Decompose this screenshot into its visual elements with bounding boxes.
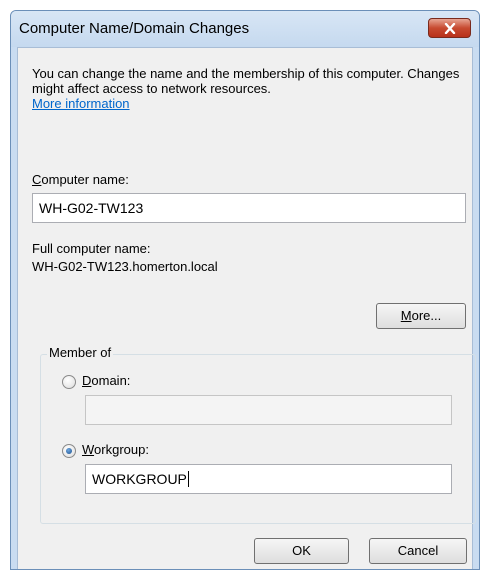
computer-name-label: Computer name:	[32, 172, 129, 187]
domain-radio[interactable]	[62, 375, 76, 389]
text-caret	[187, 471, 189, 487]
computer-name-input[interactable]: WH-G02-TW123	[32, 193, 466, 223]
title-bar[interactable]: Computer Name/Domain Changes	[11, 11, 479, 47]
close-button[interactable]	[428, 18, 471, 38]
more-information-link[interactable]: More information	[32, 96, 130, 111]
workgroup-input[interactable]: WORKGROUP	[85, 464, 452, 494]
intro-text: You can change the name and the membersh…	[32, 66, 472, 111]
workgroup-label[interactable]: Workgroup:	[82, 442, 149, 457]
close-x-icon	[444, 22, 455, 34]
cancel-button[interactable]: Cancel	[369, 538, 467, 564]
member-of-label: Member of	[47, 345, 114, 360]
domain-input[interactable]	[85, 395, 452, 425]
full-computer-name-label: Full computer name:	[32, 241, 151, 256]
ok-button[interactable]: OK	[254, 538, 349, 564]
workgroup-value: WORKGROUP	[92, 471, 187, 487]
dialog-client-area: You can change the name and the membersh…	[17, 47, 476, 569]
more-button[interactable]: More...	[376, 303, 466, 329]
workgroup-radio[interactable]	[62, 444, 76, 458]
full-computer-name-value: WH-G02-TW123.homerton.local	[32, 259, 218, 274]
window-title: Computer Name/Domain Changes	[19, 20, 250, 37]
domain-label[interactable]: Domain:	[82, 373, 130, 388]
intro-description: You can change the name and the membersh…	[32, 66, 460, 96]
dialog-window: Computer Name/Domain Changes You can cha…	[10, 10, 480, 570]
